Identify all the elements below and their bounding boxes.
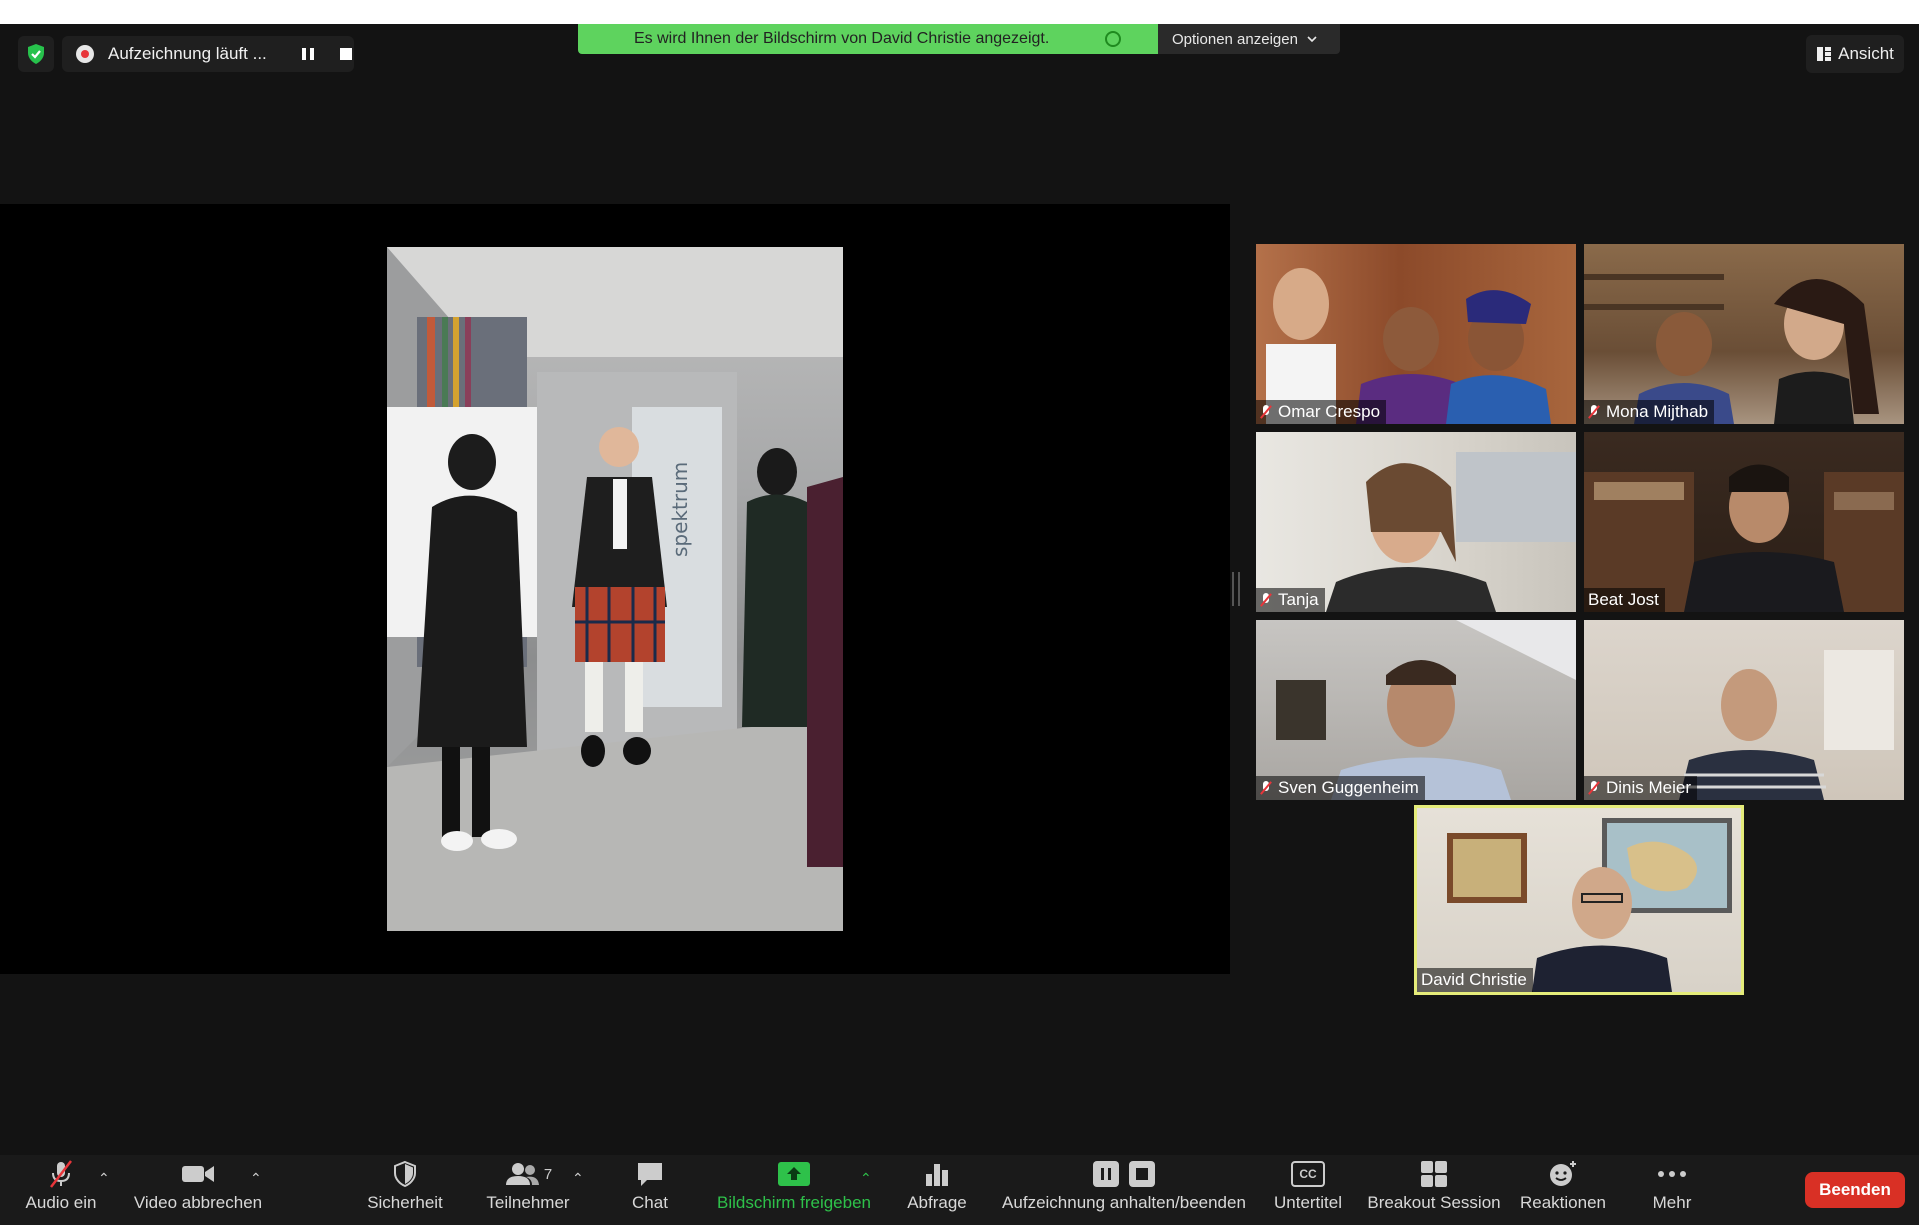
bar-chart-icon — [926, 1164, 948, 1186]
muted-mic-icon — [1260, 593, 1272, 607]
smiley-add-icon — [1550, 1161, 1576, 1186]
security-label: Sicherheit — [367, 1193, 443, 1212]
video-feed — [1276, 620, 1576, 800]
participant-tile[interactable]: Omar Crespo — [1256, 244, 1576, 424]
security-button[interactable]: Sicherheit — [360, 1155, 450, 1225]
muted-mic-icon — [1260, 405, 1272, 419]
photo-scene: spektrum — [387, 247, 843, 931]
security-shield-button[interactable] — [18, 36, 54, 72]
mic-muted-icon — [50, 1160, 72, 1188]
share-screen-label: Bildschirm freigeben — [716, 1193, 871, 1212]
participant-name: Tanja — [1278, 590, 1319, 609]
more-label: Mehr — [1652, 1193, 1692, 1212]
reactions-label: Reaktionen — [1519, 1193, 1606, 1212]
participants-icon — [505, 1163, 539, 1185]
video-button[interactable]: Video abbrechen — [128, 1155, 268, 1225]
captions-label: Untertitel — [1273, 1193, 1343, 1212]
stop-icon — [1129, 1161, 1155, 1187]
shared-photo: spektrum — [387, 247, 843, 931]
view-button-label: Ansicht — [1838, 44, 1894, 63]
recording-indicator: Aufzeichnung läuft ... — [62, 36, 354, 72]
participants-options-caret-icon[interactable]: ⌃ — [572, 1170, 584, 1187]
poll-label: Abfrage — [907, 1193, 967, 1212]
audio-label: Audio ein — [25, 1193, 97, 1212]
poll-button[interactable]: Abfrage — [902, 1155, 972, 1225]
participant-name: Beat Jost — [1588, 590, 1659, 609]
participant-name: Mona Mijthab — [1606, 402, 1709, 421]
window-top-strip — [0, 0, 1919, 24]
participant-name: Omar Crespo — [1278, 402, 1381, 421]
more-button[interactable]: Mehr — [1642, 1155, 1702, 1225]
active-speaker-tile[interactable]: David Christie — [1414, 805, 1744, 995]
participant-name-tag: Sven Guggenheim — [1256, 776, 1425, 800]
share-status-icon — [1105, 31, 1122, 47]
video-feed — [1326, 452, 1576, 612]
wall-text: spektrum — [668, 462, 692, 557]
video-label: Video abbrechen — [133, 1193, 263, 1212]
participant-tile[interactable]: Tanja — [1256, 432, 1576, 612]
chevron-down-icon — [1307, 36, 1317, 43]
closed-captions-icon: CC — [1291, 1161, 1325, 1187]
chat-label: Chat — [632, 1193, 668, 1212]
participant-name-tag: Dinis Meier — [1584, 776, 1698, 800]
pause-recording-icon[interactable] — [302, 48, 314, 60]
participant-name-tag: Mona Mijthab — [1584, 400, 1715, 424]
video-feed — [1447, 818, 1732, 992]
participant-tile[interactable]: Dinis Meier — [1584, 620, 1904, 800]
chat-bubble-icon — [638, 1163, 662, 1186]
breakout-grid-icon — [1421, 1161, 1447, 1187]
breakout-button[interactable]: Breakout Session — [1366, 1155, 1502, 1225]
participants-count: 7 — [543, 1165, 553, 1183]
participant-tile[interactable]: Beat Jost — [1584, 432, 1904, 612]
shield-icon — [394, 1160, 416, 1188]
video-feed — [1266, 268, 1551, 424]
screen-share-banner: Es wird Ihnen der Bildschirm von David C… — [578, 24, 1158, 54]
reactions-button[interactable]: Reaktionen — [1518, 1155, 1608, 1225]
participant-name: Sven Guggenheim — [1278, 778, 1419, 797]
recording-status-text: Aufzeichnung läuft ... — [108, 44, 267, 63]
participants-label: Teilnehmer — [486, 1193, 570, 1212]
participant-name: Dinis Meier — [1606, 778, 1692, 797]
muted-mic-icon — [1588, 781, 1600, 795]
participants-button[interactable]: 7 Teilnehmer — [478, 1155, 578, 1225]
chat-button[interactable]: Chat — [620, 1155, 680, 1225]
recording-controls-button[interactable]: Aufzeichnung anhalten/beenden — [1002, 1155, 1246, 1225]
breakout-label: Breakout Session — [1367, 1193, 1501, 1212]
video-options-caret-icon[interactable]: ⌃ — [250, 1170, 262, 1187]
muted-mic-icon — [1588, 405, 1600, 419]
recording-controls-label: Aufzeichnung anhalten/beenden — [1002, 1193, 1246, 1212]
share-options-caret-icon[interactable]: ⌃ — [860, 1170, 872, 1187]
recording-dot-icon — [76, 45, 94, 63]
view-options-button[interactable]: Optionen anzeigen — [1158, 24, 1340, 54]
share-screen-button[interactable]: Bildschirm freigeben — [712, 1155, 876, 1225]
participant-tile[interactable]: Sven Guggenheim — [1256, 620, 1576, 800]
participant-name-tag: Omar Crespo — [1256, 400, 1387, 424]
video-camera-icon — [182, 1166, 214, 1182]
participant-name-tag: Tanja — [1256, 588, 1325, 612]
participant-name: David Christie — [1421, 970, 1527, 989]
participant-name-tag: Beat Jost — [1584, 588, 1665, 612]
grid-layout-icon — [1817, 47, 1832, 61]
video-feed — [1584, 464, 1904, 612]
view-options-label: Optionen anzeigen — [1172, 30, 1298, 48]
panel-resize-handle[interactable] — [1232, 572, 1240, 606]
stop-recording-icon[interactable] — [340, 48, 352, 60]
muted-mic-icon — [1260, 781, 1272, 795]
pause-icon — [1093, 1161, 1119, 1187]
share-screen-icon — [778, 1162, 810, 1186]
end-meeting-button[interactable]: Beenden — [1805, 1172, 1905, 1208]
participant-name-tag: David Christie — [1417, 968, 1533, 992]
captions-button[interactable]: CC Untertitel — [1268, 1155, 1348, 1225]
audio-options-caret-icon[interactable]: ⌃ — [98, 1170, 110, 1187]
video-feed — [1584, 274, 1879, 424]
view-button[interactable]: Ansicht — [1806, 35, 1904, 73]
screen-share-banner-text: Es wird Ihnen der Bildschirm von David C… — [634, 30, 1050, 47]
audio-button[interactable]: Audio ein — [16, 1155, 106, 1225]
participant-tile[interactable]: Mona Mijthab — [1584, 244, 1904, 424]
video-feed — [1679, 650, 1894, 800]
more-dots-icon — [1658, 1171, 1686, 1177]
shield-check-icon — [28, 44, 44, 64]
